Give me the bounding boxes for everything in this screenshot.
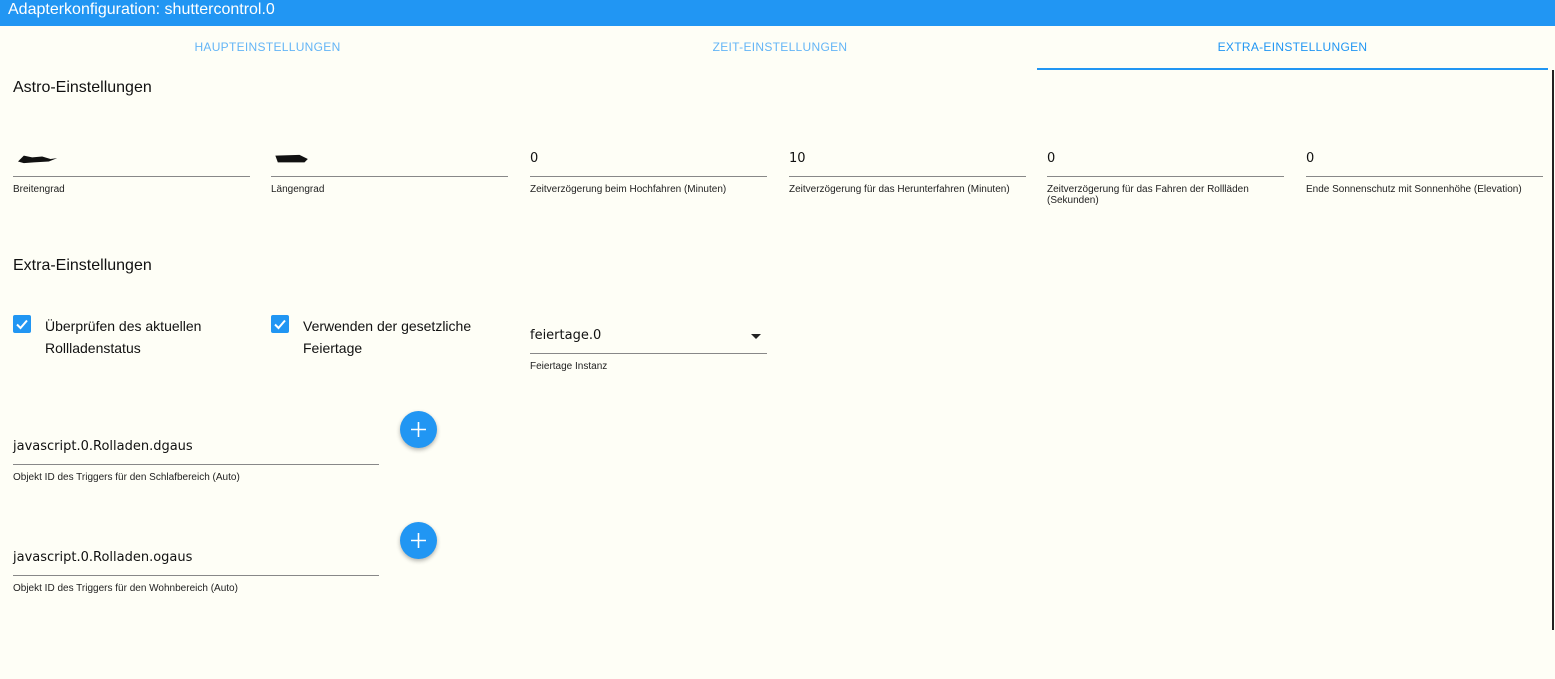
scrollbar[interactable] <box>1552 70 1554 630</box>
tab-haupteinstellungen[interactable]: HAUPTEINSTELLUNGEN <box>0 26 535 68</box>
latitude-input[interactable] <box>13 147 250 177</box>
holiday-instance-value: feiertage.0 <box>530 328 602 343</box>
tab-extra-einstellungen[interactable]: EXTRA-EINSTELLUNGEN <box>1037 26 1548 70</box>
delay-drive-input[interactable]: 0 <box>1047 147 1284 177</box>
delay-down-input[interactable]: 10 <box>789 147 1026 177</box>
tab-zeit-einstellungen[interactable]: ZEIT-EINSTELLUNGEN <box>520 26 1040 68</box>
holiday-instance-select[interactable]: feiertage.0 <box>530 324 767 354</box>
sun-elevation-input[interactable]: 0 <box>1306 147 1543 177</box>
delay-drive-field[interactable]: 0 Zeitverzögerung für das Fahren der Rol… <box>1047 147 1284 206</box>
holiday-instance-field[interactable]: feiertage.0 Feiertage Instanz <box>530 324 767 372</box>
holiday-instance-label: Feiertage Instanz <box>530 361 608 372</box>
sun-elevation-field[interactable]: 0 Ende Sonnenschutz mit Sonnenhöhe (Elev… <box>1306 147 1543 195</box>
trigger-living-label: Objekt ID des Triggers für den Wohnberei… <box>13 583 238 594</box>
check-holidays-label: Verwenden der gesetzliche Feiertage <box>303 318 472 356</box>
delay-drive-label: Zeitverzögerung für das Fahren der Rolll… <box>1047 184 1249 206</box>
add-trigger-living-button[interactable] <box>400 522 437 559</box>
section-title-extra: Extra-Einstellungen <box>13 257 152 274</box>
window-title: Adapterkonfiguration: shuttercontrol.0 <box>0 0 1555 26</box>
plus-icon <box>411 533 426 548</box>
tab-bar: HAUPTEINSTELLUNGEN ZEIT-EINSTELLUNGEN EX… <box>0 26 1555 70</box>
sun-elevation-label: Ende Sonnenschutz mit Sonnenhöhe (Elevat… <box>1306 184 1522 195</box>
check-holidays-checkbox[interactable] <box>271 315 289 333</box>
delay-down-label: Zeitverzögerung für das Herunterfahren (… <box>789 184 1010 195</box>
check-status-row[interactable]: Überprüfen des aktuellen Rollladenstatus <box>13 315 253 361</box>
check-status-checkbox[interactable] <box>13 315 31 333</box>
longitude-input[interactable] <box>271 147 508 177</box>
add-trigger-sleep-button[interactable] <box>400 411 437 448</box>
check-status-label: Überprüfen des aktuellen Rollladenstatus <box>45 318 202 356</box>
trigger-living-input[interactable]: javascript.0.Rolladen.ogaus <box>13 546 379 576</box>
check-holidays-row[interactable]: Verwenden der gesetzliche Feiertage <box>271 315 511 361</box>
redacted-scribble-icon <box>275 154 308 163</box>
redacted-scribble-icon <box>18 155 58 164</box>
check-icon <box>274 319 286 330</box>
latitude-field[interactable]: Breitengrad <box>13 147 250 195</box>
delay-up-label: Zeitverzögerung beim Hochfahren (Minuten… <box>530 184 727 195</box>
check-icon <box>16 319 28 330</box>
trigger-sleep-field[interactable]: javascript.0.Rolladen.dgaus Objekt ID de… <box>13 435 379 483</box>
trigger-living-field[interactable]: javascript.0.Rolladen.ogaus Objekt ID de… <box>13 546 379 594</box>
section-title-astro: Astro-Einstellungen <box>13 79 152 96</box>
trigger-sleep-input[interactable]: javascript.0.Rolladen.dgaus <box>13 435 379 465</box>
longitude-label: Längengrad <box>271 184 325 195</box>
delay-up-input[interactable]: 0 <box>530 147 767 177</box>
plus-icon <box>411 422 426 437</box>
latitude-label: Breitengrad <box>13 184 65 195</box>
delay-down-field[interactable]: 10 Zeitverzögerung für das Herunterfahre… <box>789 147 1026 195</box>
dropdown-arrow-icon[interactable] <box>751 334 761 339</box>
longitude-field[interactable]: Längengrad <box>271 147 508 195</box>
trigger-sleep-label: Objekt ID des Triggers für den Schlafber… <box>13 472 240 483</box>
delay-up-field[interactable]: 0 Zeitverzögerung beim Hochfahren (Minut… <box>530 147 767 195</box>
